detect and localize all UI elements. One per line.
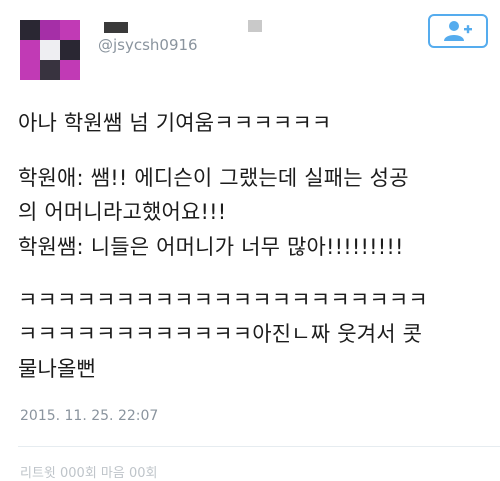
tweet-text-line: 학원애: 쌤!! 에디슨이 그랬는데 실패는 성공: [18, 166, 409, 190]
tweet-text-line: 의 어머니라고했어요!!!: [18, 200, 227, 224]
tweet-text-line: 아나 학원쌤 넘 기여움ㅋㅋㅋㅋㅋㅋ: [18, 111, 332, 135]
tweet-card: @jsycsh0916 아나 학원쌤 넘 기여움ㅋㅋㅋㅋㅋㅋ 학원애: 쌤!! …: [0, 0, 500, 481]
tweet-stats: 리트윗 000회 마음 00회: [20, 466, 158, 481]
avatar-pixel: [60, 60, 80, 80]
display-name-redacted: [104, 22, 128, 33]
verified-redacted: [248, 20, 262, 32]
avatar-pixel: [20, 20, 40, 40]
user-handle[interactable]: @jsycsh0916: [98, 36, 198, 54]
avatar-pixel: [20, 60, 40, 80]
follow-button[interactable]: [428, 14, 488, 48]
avatar-pixel: [60, 40, 80, 60]
tweet-text-line: ㅋㅋㅋㅋㅋㅋㅋㅋㅋㅋㅋㅋ아진ㄴ짜 웃겨서 콧: [18, 322, 423, 346]
tweet-text-line: ㅋㅋㅋㅋㅋㅋㅋㅋㅋㅋㅋㅋㅋㅋㅋㅋㅋㅋㅋㅋㅋ: [18, 288, 428, 312]
avatar-pixel: [40, 20, 60, 40]
avatar-pixel: [40, 40, 60, 60]
add-user-icon: [444, 21, 472, 41]
avatar-pixel: [60, 20, 80, 40]
avatar[interactable]: [20, 20, 80, 80]
tweet-text-line: 학원쌤: 니들은 어머니가 너무 많아!!!!!!!!!: [18, 235, 404, 259]
divider: [18, 446, 500, 447]
tweet-text-line: 물나올뻔: [18, 357, 97, 381]
avatar-pixel: [20, 40, 40, 60]
avatar-pixel: [40, 60, 60, 80]
tweet-timestamp[interactable]: 2015. 11. 25. 22:07: [20, 408, 158, 424]
